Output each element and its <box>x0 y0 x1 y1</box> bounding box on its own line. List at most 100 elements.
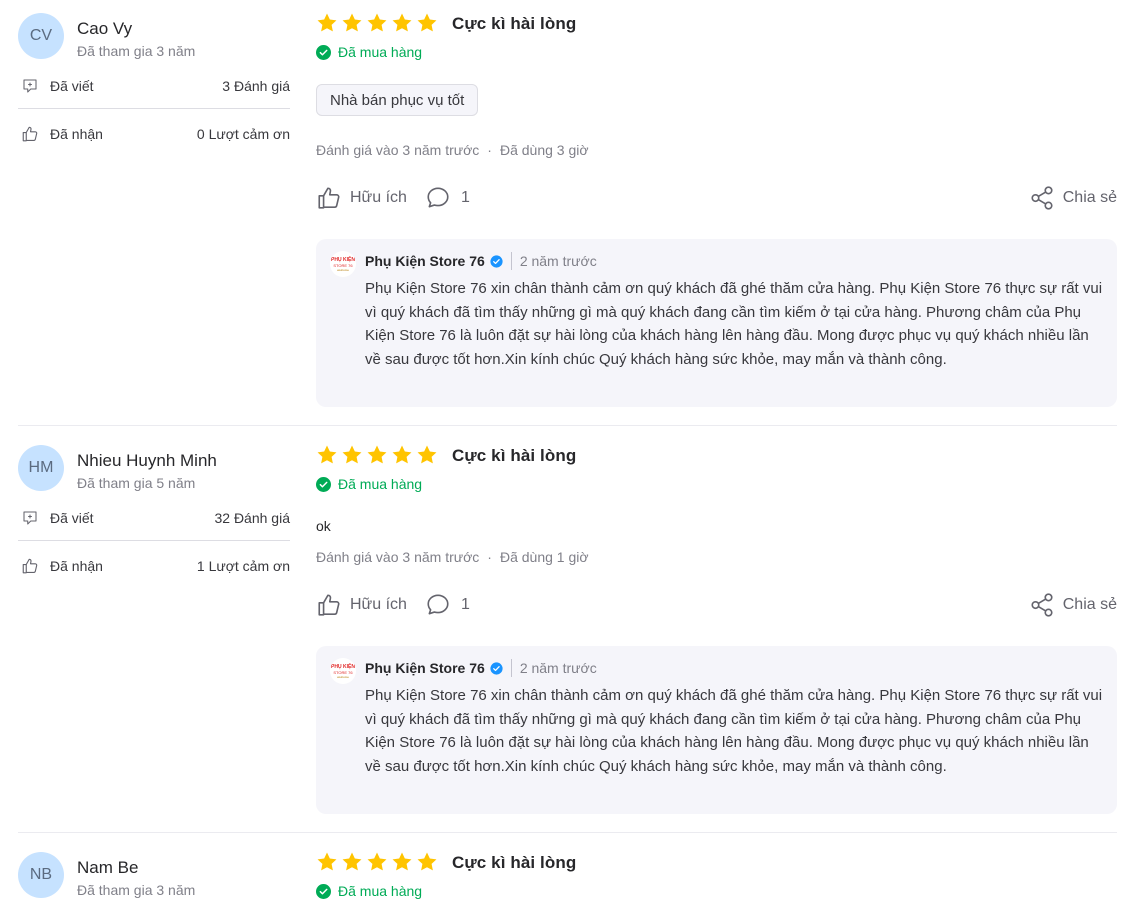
thumbs-up-icon <box>19 123 41 145</box>
purchased-label: Đã mua hàng <box>338 476 423 492</box>
star-icon <box>341 444 363 466</box>
rating-stars <box>316 444 438 466</box>
review-divider <box>18 832 1117 833</box>
share-icon <box>1029 185 1055 211</box>
reviewer-joined: Đã tham gia 3 năm <box>77 882 196 898</box>
stat-received-label: Đã nhận <box>50 558 103 574</box>
verified-badge-icon <box>490 255 503 268</box>
usage-duration: Đã dùng 1 giờ <box>499 549 589 565</box>
comment-count: 1 <box>460 189 470 206</box>
avatar[interactable]: CV <box>18 13 64 59</box>
share-icon <box>1029 592 1055 618</box>
reviewer-name: Nam Be <box>77 858 139 877</box>
usage-duration: Đã dùng 3 giờ <box>499 142 589 158</box>
review-date: Đánh giá vào 3 năm trước <box>316 549 480 565</box>
seller-reply-header: Phụ Kiện Store 76 2 năm trước <box>365 658 597 678</box>
share-label: Chia sẻ <box>1062 189 1117 206</box>
comment-button[interactable]: 1 <box>425 592 470 618</box>
star-icon <box>416 12 438 34</box>
divider <box>18 108 290 109</box>
review-meta: Đánh giá vào 3 năm trước · Đã dùng 3 giờ <box>316 142 589 158</box>
rating-stars <box>316 12 438 34</box>
review-divider <box>18 425 1117 426</box>
stat-received-label: Đã nhận <box>50 126 103 142</box>
meta-separator: · <box>487 142 492 158</box>
seller-logo: PHỤ KIỆN STORE 76 welcome <box>330 658 356 684</box>
comment-bubble-icon <box>425 592 451 618</box>
reviewer-joined: Đã tham gia 3 năm <box>77 43 196 59</box>
avatar[interactable]: HM <box>18 445 64 491</box>
share-label: Chia sẻ <box>1062 596 1117 613</box>
star-icon <box>316 444 338 466</box>
star-icon <box>341 851 363 873</box>
star-icon <box>391 12 413 34</box>
stat-received: Đã nhận 1 Lượt cảm ơn <box>18 554 290 578</box>
review-comment: ok <box>316 518 331 534</box>
stat-received-value: 0 Lượt cảm ơn <box>196 126 290 142</box>
divider <box>18 540 290 541</box>
seller-name[interactable]: Phụ Kiện Store 76 <box>365 660 485 676</box>
helpful-button[interactable]: Hữu ích <box>316 592 407 618</box>
seller-reply-text: Phụ Kiện Store 76 xin chân thành cảm ơn … <box>365 280 1103 368</box>
reviewer-joined: Đã tham gia 5 năm <box>77 475 196 491</box>
helpful-label: Hữu ích <box>350 596 407 613</box>
star-icon <box>391 444 413 466</box>
rating-title: Cực kì hài lòng <box>452 14 577 33</box>
purchased-badge: Đã mua hàng <box>316 883 422 899</box>
seller-name[interactable]: Phụ Kiện Store 76 <box>365 253 485 269</box>
review-actions: Hữu ích 1 Chia sẻ <box>316 184 1117 212</box>
seller-reply-header: Phụ Kiện Store 76 2 năm trước <box>365 251 597 271</box>
meta-separator: · <box>487 549 492 565</box>
check-circle-icon <box>316 44 331 60</box>
avatar[interactable]: NB <box>18 852 64 898</box>
seller-reply: PHỤ KIỆN STORE 76 welcome Phụ Kiện Store… <box>316 239 1117 407</box>
stat-written: Đã viết 3 Đánh giá <box>18 74 290 98</box>
reviewer-name: Nhieu Huynh Minh <box>77 451 217 470</box>
seller-logo: PHỤ KIỆN STORE 76 welcome <box>330 251 356 277</box>
star-icon <box>316 12 338 34</box>
review-actions: Hữu ích 1 Chia sẻ <box>316 591 1117 619</box>
star-icon <box>316 851 338 873</box>
thumbs-up-icon <box>19 555 41 577</box>
purchased-label: Đã mua hàng <box>338 883 423 899</box>
stat-written-label: Đã viết <box>50 78 94 94</box>
helpful-button[interactable]: Hữu ích <box>316 185 407 211</box>
share-button[interactable]: Chia sẻ <box>1029 591 1117 619</box>
reply-time: 2 năm trước <box>519 253 597 269</box>
review-written-icon <box>19 75 41 97</box>
review-written-icon <box>19 507 41 529</box>
star-icon <box>366 851 388 873</box>
thumbs-up-icon <box>316 185 342 211</box>
thumbs-up-icon <box>316 592 342 618</box>
star-icon <box>391 851 413 873</box>
reviewer-name: Cao Vy <box>77 19 133 38</box>
reply-time: 2 năm trước <box>519 660 597 676</box>
comment-bubble-icon <box>425 185 451 211</box>
seller-reply-text: Phụ Kiện Store 76 xin chân thành cảm ơn … <box>365 687 1103 775</box>
stat-received-value: 1 Lượt cảm ơn <box>196 558 290 574</box>
rating-stars <box>316 851 438 873</box>
review-meta: Đánh giá vào 3 năm trước · Đã dùng 1 giờ <box>316 549 589 565</box>
star-icon <box>366 444 388 466</box>
star-icon <box>366 12 388 34</box>
stat-written: Đã viết 32 Đánh giá <box>18 506 290 530</box>
divider <box>510 659 512 677</box>
verified-badge-icon <box>490 662 503 675</box>
purchased-badge: Đã mua hàng <box>316 476 422 492</box>
purchased-label: Đã mua hàng <box>338 44 423 60</box>
stat-written-value: 32 Đánh giá <box>214 510 290 526</box>
seller-reply: PHỤ KIỆN STORE 76 welcome Phụ Kiện Store… <box>316 646 1117 814</box>
star-icon <box>416 851 438 873</box>
stat-written-label: Đã viết <box>50 510 94 526</box>
rating-title: Cực kì hài lòng <box>452 446 577 465</box>
purchased-badge: Đã mua hàng <box>316 44 422 60</box>
check-circle-icon <box>316 883 331 899</box>
share-button[interactable]: Chia sẻ <box>1029 184 1117 212</box>
stat-written-value: 3 Đánh giá <box>222 78 290 94</box>
stat-received: Đã nhận 0 Lượt cảm ơn <box>18 122 290 146</box>
comment-button[interactable]: 1 <box>425 185 470 211</box>
review-date: Đánh giá vào 3 năm trước <box>316 142 480 158</box>
helpful-label: Hữu ích <box>350 189 407 206</box>
check-circle-icon <box>316 476 331 492</box>
star-icon <box>416 444 438 466</box>
